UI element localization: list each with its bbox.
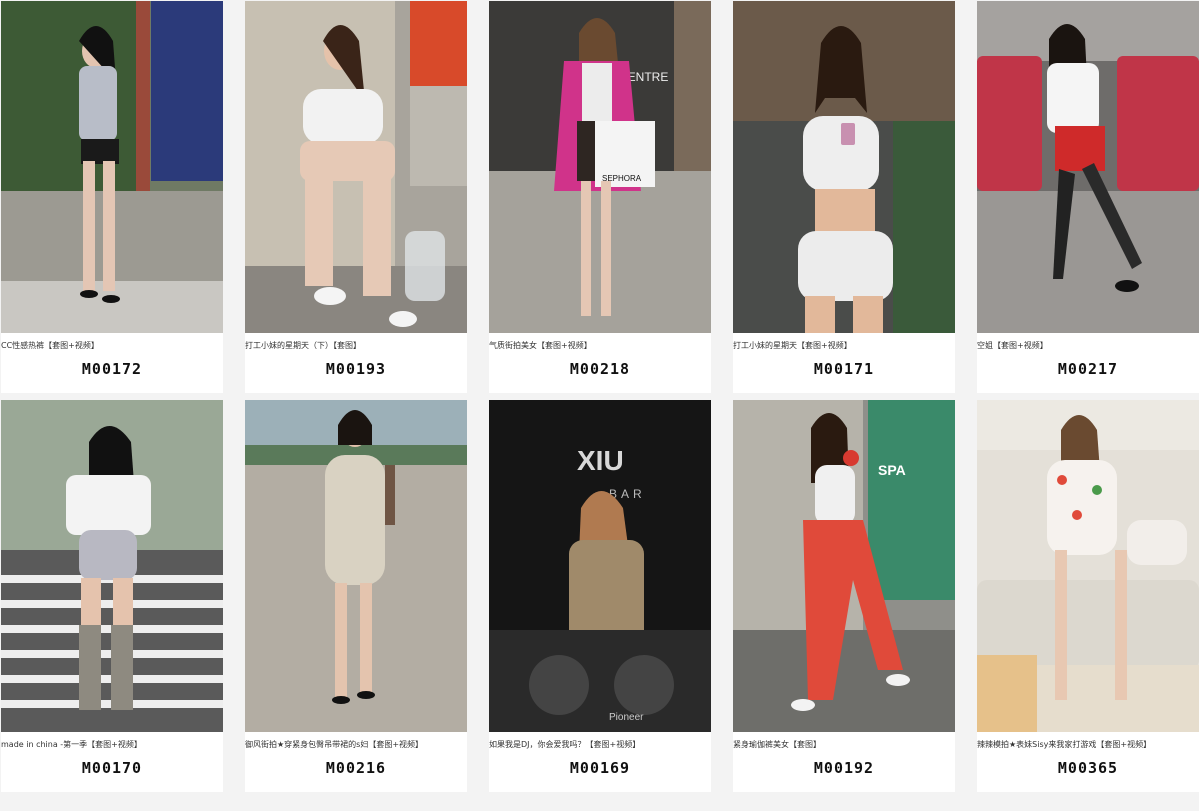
card-caption[interactable]: made in china -第一季【套图+视频】 [1,739,223,750]
card-caption[interactable]: CC性感热裤【套图+视频】 [1,340,223,351]
photo-sofa [977,400,1199,732]
card-code[interactable]: M00365 [977,759,1199,777]
gallery-card[interactable]: XIU BAR Pioneer 如果我是DJ，你会爱我吗？【套图+视频】 M00… [489,400,711,792]
mall-sign: SPA [878,462,906,478]
card-thumbnail[interactable] [1,1,223,333]
card-code[interactable]: M00169 [489,759,711,777]
card-caption[interactable]: 空姐【套图+视频】 [977,340,1199,351]
gallery-card[interactable]: 辣辣模拍★表妹Sisy来我家打游戏【套图+视频】 M00365 [977,400,1199,792]
card-thumbnail[interactable]: SPA [733,400,955,732]
photo-pink-blazer: CENTRE SEPHORA [489,1,711,333]
card-caption[interactable]: 辣辣模拍★表妹Sisy来我家打游戏【套图+视频】 [977,739,1199,750]
photo-red-leggings: SPA [733,400,955,732]
gallery-card[interactable]: SPA 紧身瑜伽裤美女【套图】 M00192 [733,400,955,792]
photo-street-model [1,1,223,333]
card-code[interactable]: M00170 [1,759,223,777]
gallery-card[interactable]: made in china -第一季【套图+视频】 M00170 [1,400,223,792]
card-thumbnail[interactable]: XIU BAR Pioneer [489,400,711,732]
photo-lace-dress [245,400,467,732]
photo-sitting-girl [245,1,467,333]
card-code[interactable]: M00216 [245,759,467,777]
photo-dj-booth: XIU BAR Pioneer [489,400,711,732]
card-thumbnail[interactable] [1,400,223,732]
photo-gallery-grid: CC性感热裤【套图+视频】 M00172 打工小妹的星期天（下）【套图】 M00… [0,0,1199,811]
card-thumbnail[interactable] [245,400,467,732]
gallery-card[interactable]: 打工小妹的星期天（下）【套图】 M00193 [245,1,467,393]
card-code[interactable]: M00218 [489,360,711,378]
gallery-card[interactable]: 打工小妹的星期天【套图+视频】 M00171 [733,1,955,393]
card-caption[interactable]: 气质街拍美女【套图+视频】 [489,340,711,351]
card-code[interactable]: M00193 [245,360,467,378]
gallery-card[interactable]: 御风街拍★穿紧身包臀吊带裙的s妇【套图+视频】 M00216 [245,400,467,792]
card-thumbnail[interactable] [977,400,1199,732]
card-caption[interactable]: 紧身瑜伽裤美女【套图】 [733,739,955,750]
card-caption[interactable]: 打工小妹的星期天【套图+视频】 [733,340,955,351]
card-thumbnail[interactable] [977,1,1199,333]
gallery-card[interactable]: CENTRE SEPHORA 气质街拍美女【套图+视频】 M00218 [489,1,711,393]
card-code[interactable]: M00172 [1,360,223,378]
gallery-card[interactable]: CC性感热裤【套图+视频】 M00172 [1,1,223,393]
club-sign: XIU [577,445,624,476]
card-thumbnail[interactable]: CENTRE SEPHORA [489,1,711,333]
card-caption[interactable]: 打工小妹的星期天（下）【套图】 [245,340,467,351]
card-caption[interactable]: 御风街拍★穿紧身包臀吊带裙的s妇【套图+视频】 [245,739,467,750]
card-code[interactable]: M00171 [733,360,955,378]
card-code[interactable]: M00217 [977,360,1199,378]
photo-crosswalk [1,400,223,732]
card-thumbnail[interactable] [245,1,467,333]
pioneer-logo: Pioneer [609,712,644,723]
photo-airport-seat [977,1,1199,333]
photo-white-crop-top [733,1,955,333]
card-thumbnail[interactable] [733,1,955,333]
gallery-card[interactable]: 空姐【套图+视频】 M00217 [977,1,1199,393]
card-code[interactable]: M00192 [733,759,955,777]
card-caption[interactable]: 如果我是DJ，你会爱我吗？【套图+视频】 [489,739,711,750]
